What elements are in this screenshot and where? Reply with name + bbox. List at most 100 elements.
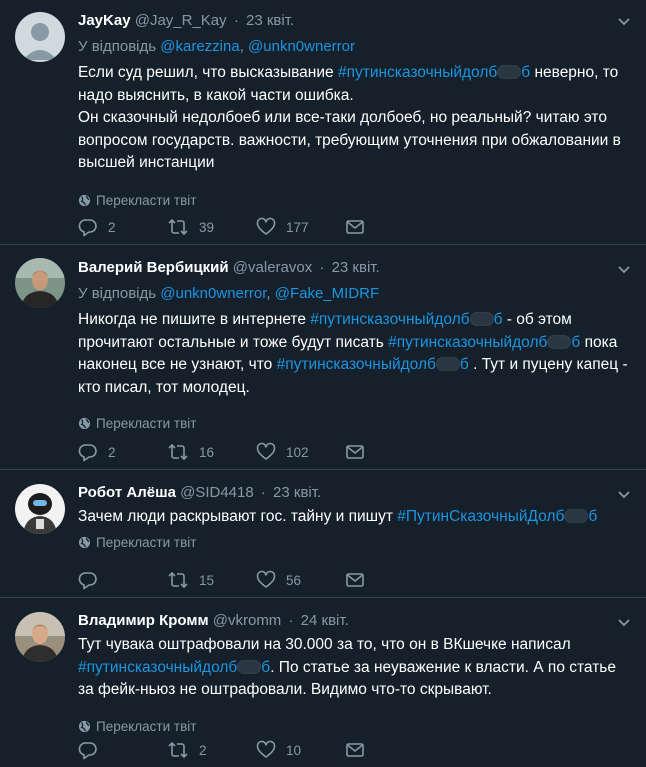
globe-icon bbox=[78, 720, 91, 732]
tweet-date[interactable]: 23 квіт. bbox=[273, 484, 321, 501]
like-button[interactable]: 56 bbox=[256, 568, 301, 592]
like-count: 177 bbox=[286, 219, 309, 235]
tweet-header: Валерий Вербицкий @valeravox · 23 квіт. bbox=[78, 258, 628, 278]
direct-message-button[interactable] bbox=[345, 440, 365, 464]
redaction-mark bbox=[237, 659, 262, 674]
hashtag-link[interactable]: #путинсказочныйдолб б bbox=[78, 659, 270, 676]
like-count: 56 bbox=[286, 572, 302, 588]
direct-message-button[interactable] bbox=[345, 738, 365, 762]
message-icon bbox=[346, 445, 364, 459]
handle[interactable]: @SID4418 bbox=[180, 484, 254, 501]
direct-message-button[interactable] bbox=[345, 215, 365, 239]
reply-icon bbox=[78, 219, 97, 237]
retweet-icon bbox=[168, 218, 188, 236]
hashtag-link[interactable]: #ПутинСказочныйДолб б bbox=[397, 508, 597, 525]
tweet[interactable]: Валерий Вербицкий @valeravox · 23 квіт. … bbox=[0, 245, 646, 470]
like-button[interactable]: 10 bbox=[256, 738, 301, 762]
like-button[interactable]: 102 bbox=[256, 440, 309, 464]
tweet[interactable]: JayKay @Jay_R_Kay · 23 квіт. У відповідь… bbox=[0, 0, 646, 245]
retweet-button[interactable]: 16 bbox=[167, 440, 214, 464]
avatar[interactable] bbox=[15, 612, 65, 662]
hashtag-link[interactable]: #путинсказочныйдолб б bbox=[310, 311, 502, 328]
display-name[interactable]: JayKay bbox=[78, 12, 131, 29]
mention-link[interactable]: @unkn0wnerror bbox=[248, 38, 355, 55]
redaction-mark bbox=[547, 334, 572, 349]
separator: · bbox=[233, 12, 239, 29]
handle[interactable]: @valeravox bbox=[233, 259, 312, 276]
avatar-icon bbox=[15, 612, 65, 662]
retweet-button[interactable]: 2 bbox=[167, 738, 207, 762]
message-icon bbox=[346, 220, 364, 234]
tweet[interactable]: Владимир Кромм @vkromm · 24 квіт. Тут чу… bbox=[0, 598, 646, 767]
reply-to: У відповідь @unkn0wnerror, @Fake_MIDRF bbox=[78, 285, 380, 302]
text-segment: Никогда не пишите в интернете bbox=[78, 311, 311, 328]
redaction-mark bbox=[469, 312, 494, 326]
reply-button[interactable] bbox=[78, 568, 108, 592]
tweet[interactable]: Робот Алёша @SID4418 · 23 квіт. Зачем лю… bbox=[0, 470, 646, 598]
text-segment: Тут чувака оштрафовали на 30.000 за то, … bbox=[78, 636, 571, 653]
like-icon bbox=[256, 740, 276, 758]
translate-link[interactable]: Перекласти твіт bbox=[78, 718, 628, 736]
globe-icon bbox=[78, 536, 91, 548]
direct-message-button[interactable] bbox=[345, 568, 365, 592]
avatar-icon bbox=[15, 12, 65, 62]
reply-button[interactable]: 2 bbox=[78, 440, 116, 464]
handle[interactable]: @Jay_R_Kay bbox=[135, 12, 227, 29]
separator: · bbox=[288, 612, 294, 629]
like-button[interactable]: 177 bbox=[256, 215, 309, 239]
like-icon bbox=[256, 570, 276, 588]
retweet-icon bbox=[168, 571, 188, 589]
separator: · bbox=[319, 259, 325, 276]
hashtag-link[interactable]: #путинсказочныйдолб б bbox=[388, 334, 580, 351]
tweet-date[interactable]: 23 квіт. bbox=[332, 259, 380, 276]
retweet-button[interactable]: 39 bbox=[167, 215, 214, 239]
avatar[interactable] bbox=[15, 12, 65, 62]
retweet-count: 16 bbox=[199, 444, 215, 460]
retweet-count: 15 bbox=[199, 572, 215, 588]
tweet-header: JayKay @Jay_R_Kay · 23 квіт. bbox=[78, 11, 628, 31]
handle[interactable]: @vkromm bbox=[213, 612, 282, 629]
message-icon bbox=[346, 573, 364, 587]
tweet-date[interactable]: 24 квіт. bbox=[301, 612, 349, 629]
mention-link[interactable]: @karezzina bbox=[160, 38, 239, 55]
like-icon bbox=[256, 217, 276, 235]
reply-count: 2 bbox=[108, 219, 116, 235]
display-name[interactable]: Владимир Кромм bbox=[78, 612, 209, 629]
reply-count: 2 bbox=[108, 444, 116, 460]
text-segment: Если суд решил, что высказывание bbox=[78, 64, 338, 81]
tweet-header: Владимир Кромм @vkromm · 24 квіт. bbox=[78, 611, 628, 631]
separator: · bbox=[260, 484, 266, 501]
like-icon bbox=[256, 442, 276, 460]
translate-link[interactable]: Перекласти твіт bbox=[78, 192, 628, 210]
text-segment: Он сказочный недолбоеб или все-таки долб… bbox=[78, 109, 621, 171]
redaction-mark bbox=[435, 357, 460, 371]
mention-link[interactable]: @Fake_MIDRF bbox=[275, 285, 379, 302]
reply-button[interactable] bbox=[78, 738, 108, 762]
translate-link[interactable]: Перекласти твіт bbox=[78, 415, 628, 433]
tweet-text: Никогда не пишите в интернете #путинсказ… bbox=[78, 309, 628, 399]
retweet-count: 2 bbox=[199, 742, 207, 758]
tweet-text: Зачем люди раскрывают гос. тайну и пишут… bbox=[78, 506, 628, 529]
globe-icon bbox=[78, 417, 91, 430]
translate-link[interactable]: Перекласти твіт bbox=[78, 534, 628, 552]
redaction-mark bbox=[564, 509, 589, 523]
tweet-date[interactable]: 23 квіт. bbox=[246, 12, 294, 29]
display-name[interactable]: Робот Алёша bbox=[78, 484, 176, 501]
retweet-icon bbox=[168, 443, 188, 461]
retweet-icon bbox=[168, 741, 188, 759]
hashtag-link[interactable]: #путинсказочныйдолб б bbox=[277, 356, 469, 373]
reply-to: У відповідь @karezzina, @unkn0wnerror bbox=[78, 38, 355, 55]
avatar[interactable] bbox=[15, 258, 65, 308]
retweet-button[interactable]: 15 bbox=[167, 568, 214, 592]
reply-icon bbox=[78, 444, 97, 462]
avatar[interactable] bbox=[15, 484, 65, 534]
tweet-header: Робот Алёша @SID4418 · 23 квіт. bbox=[78, 483, 628, 503]
reply-button[interactable]: 2 bbox=[78, 215, 116, 239]
hashtag-link[interactable]: #путинсказочныйдолб б bbox=[338, 64, 530, 81]
avatar-icon bbox=[15, 258, 65, 308]
reply-icon bbox=[78, 572, 97, 590]
display-name[interactable]: Валерий Вербицкий bbox=[78, 259, 229, 276]
tweet-text: Тут чувака оштрафовали на 30.000 за то, … bbox=[78, 634, 628, 702]
mention-link[interactable]: @unkn0wnerror bbox=[160, 285, 266, 302]
like-count: 102 bbox=[286, 444, 309, 460]
